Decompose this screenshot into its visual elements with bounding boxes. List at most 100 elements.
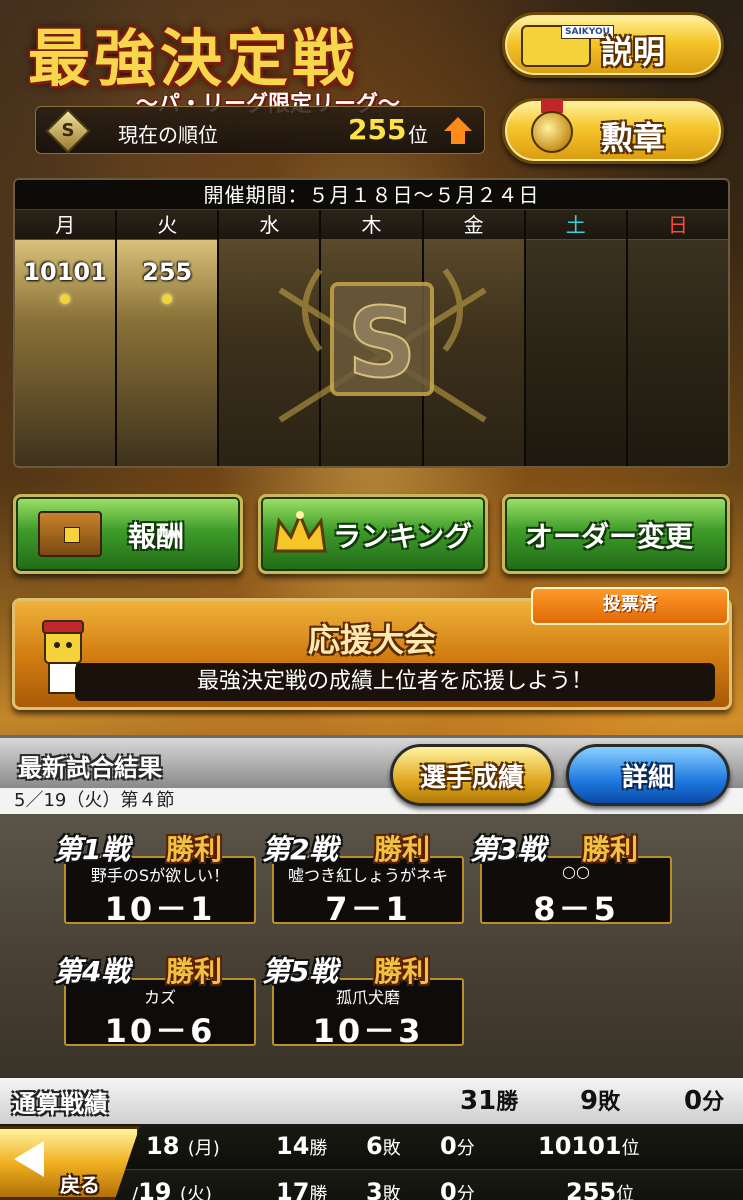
back-arrow-icon [14,1141,44,1177]
day-column-sun[interactable]: 日 [627,210,728,466]
rank-badge-icon: S [45,108,91,154]
player-stats-button-label: 選手成績 [419,763,524,793]
history-draws: 0分 [440,1132,475,1160]
history-losses: 6敗 [366,1132,401,1160]
current-rank-bar: S 現在の順位 255 位 [35,106,485,154]
day-rank: 255 [142,258,193,286]
match-heading: 第5戦 勝利 [262,950,472,988]
match-number: 第5戦 [262,955,338,988]
match-card[interactable]: 孤爪犬磨 10－3 第5戦 勝利 [262,950,464,1050]
treasure-chest-icon [38,511,102,557]
event-period: 開催期間：５月１８日〜５月２４日 [15,180,728,210]
match-score: 10－6 [104,1012,216,1050]
rank-up-arrow-icon [444,117,472,131]
schedule-calendar: 開催期間：５月１８日〜５月２４日 月 10101 火 255 水 木 金 土 日… [13,178,730,468]
history-losses: 3敗 [366,1178,401,1200]
match-number: 第2戦 [262,833,338,866]
day-label: 土 [525,210,626,240]
day-label: 日 [627,210,728,240]
event-title-block: 最強決定戦 〜パ・リーグ限定リーグ〜 [18,8,488,118]
match-number: 第4戦 [54,955,130,988]
match-result: 勝利 [374,833,431,866]
match-card[interactable]: 嘘つき紅しょうがネキ 7－1 第2戦 勝利 [262,828,464,928]
day-column-wed[interactable]: 水 [219,210,322,466]
day-label: 金 [423,210,524,240]
voted-badge: 投票済 [531,587,729,625]
ranking-button[interactable]: ランキング [258,494,488,574]
match-score: 8－5 [533,890,619,928]
ranking-button-label: ランキング [333,520,473,553]
order-change-button-label: オーダー変更 [525,520,694,553]
match-number: 第1戦 [54,833,130,866]
day-body: 255 [117,240,218,466]
back-button-label: 戻る [60,1173,100,1197]
rank-unit: 位 [408,123,428,147]
day-label: 木 [321,210,422,240]
day-column-sat[interactable]: 土 [525,210,628,466]
crown-icon [273,511,327,553]
match-score: 10－3 [312,1012,424,1050]
reward-button[interactable]: 報酬 [13,494,243,574]
day-body: 10101 [15,240,116,466]
match-number: 第3戦 [470,833,546,866]
match-card[interactable]: 野手のSが欲しい！ 10－1 第1戦 勝利 [54,828,256,928]
reward-button-label: 報酬 [128,520,185,553]
calendar-days: 月 10101 火 255 水 木 金 土 日 [15,210,728,466]
match-card[interactable]: ○○ 8－5 第3戦 勝利 [470,828,672,928]
match-card[interactable]: カズ 10－6 第4戦 勝利 [54,950,256,1050]
explain-icon: SAIKYOU [521,25,614,67]
day-body [321,240,422,466]
day-label: 月 [15,210,116,240]
explain-button-label: 説明 [601,33,666,71]
day-body [219,240,320,466]
match-heading: 第2戦 勝利 [262,828,472,866]
match-heading: 第1戦 勝利 [54,828,264,866]
rank-label: 現在の順位 [118,123,218,147]
day-body [627,240,728,466]
history-rank: 255位 [566,1178,635,1200]
medal-icon [531,111,573,153]
history-draws: 0分 [440,1178,475,1200]
match-score: 7－1 [325,890,411,928]
rank-value: 255 [348,113,407,146]
match-score: 10－1 [104,890,216,928]
day-column-tue[interactable]: 火 255 [117,210,220,466]
day-body [423,240,524,466]
explain-button[interactable]: SAIKYOU 説明 [502,12,724,78]
day-rank: 10101 [23,258,107,286]
day-label: 火 [117,210,218,240]
medal-button[interactable]: 勲章 [502,98,724,164]
total-losses: 9敗 [580,1086,621,1116]
history-wins: 14勝 [276,1132,328,1160]
total-wins: 31勝 [460,1086,519,1116]
overall-record-row: 通算戦績 31勝 9敗 0分 [0,1078,743,1124]
history-wins: 17勝 [276,1178,328,1200]
detail-button[interactable]: 詳細 [566,744,730,806]
player-stats-button[interactable]: 選手成績 [390,744,554,806]
cheer-contest-message: 最強決定戦の成績上位者を応援しよう！ [75,663,715,701]
cheer-contest-banner[interactable]: 応援大会 最強決定戦の成績上位者を応援しよう！ 投票済 [12,587,732,710]
day-column-thu[interactable]: 木 [321,210,424,466]
history-date: 18 (月) [146,1132,220,1160]
day-marker-dot [162,294,173,304]
overall-record-title: 通算戦績 [12,1090,108,1118]
rank-up-arrow-stem [451,130,465,144]
match-heading: 第4戦 勝利 [54,950,264,988]
match-result: 勝利 [166,833,223,866]
match-result: 勝利 [582,833,639,866]
event-title: 最強決定戦 [28,22,359,95]
day-column-mon[interactable]: 月 10101 [15,210,118,466]
day-marker-dot [60,294,71,304]
match-result: 勝利 [374,955,431,988]
detail-button-label: 詳細 [621,763,674,793]
history-rank: 10101位 [538,1132,640,1160]
history-date: /19 (火) [132,1178,212,1200]
day-column-fri[interactable]: 金 [423,210,526,466]
match-heading: 第3戦 勝利 [470,828,680,866]
order-change-button[interactable]: オーダー変更 [502,494,730,574]
results-title: 最新試合結果 [18,754,162,782]
medal-button-label: 勲章 [601,119,666,157]
day-label: 水 [219,210,320,240]
match-result: 勝利 [166,955,223,988]
day-body [525,240,626,466]
